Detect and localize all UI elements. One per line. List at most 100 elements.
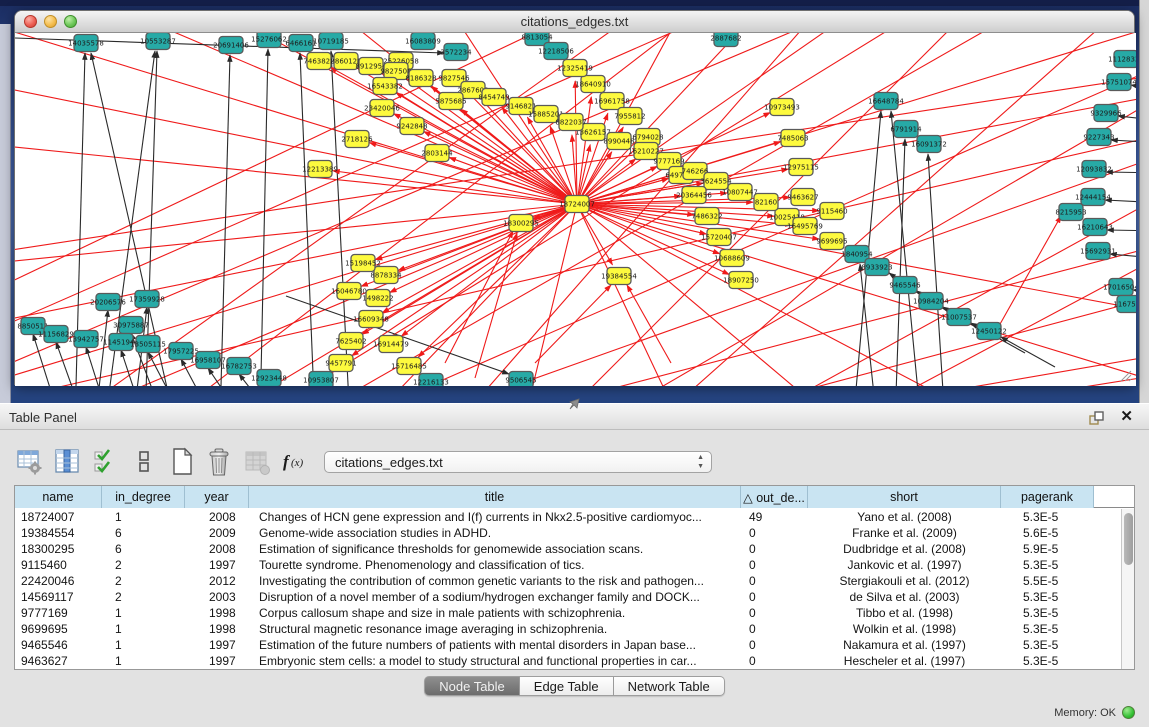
graph-node[interactable]: 18640910 bbox=[575, 76, 611, 93]
table-cell[interactable]: 5.5E-5 bbox=[1001, 573, 1094, 589]
table-cell[interactable]: 5.3E-5 bbox=[1001, 621, 1094, 637]
graph-node[interactable]: 14035578 bbox=[68, 35, 104, 52]
graph-node[interactable]: 11007537 bbox=[941, 309, 977, 326]
table-row[interactable]: 1830029562008Estimation of significance … bbox=[15, 541, 1121, 557]
table-row[interactable]: 946362711997Embryonic stem cells: a mode… bbox=[15, 653, 1121, 669]
graph-edge[interactable] bbox=[815, 354, 1136, 386]
table-cell[interactable]: 1 bbox=[102, 653, 185, 669]
table-cell[interactable]: de Silva et al. (2003) bbox=[808, 589, 1001, 605]
graph-node[interactable]: 12216133 bbox=[413, 374, 449, 387]
function-builder-icon[interactable]: f (x) bbox=[280, 446, 311, 478]
graph-node[interactable]: 10807447 bbox=[722, 184, 758, 201]
graph-node[interactable]: 9465546 bbox=[889, 277, 921, 294]
tab-node-table[interactable]: Node Table bbox=[424, 676, 520, 696]
network-table-select[interactable]: citations_edges.txt ▲▼ bbox=[324, 451, 712, 473]
tab-network-table[interactable]: Network Table bbox=[614, 676, 725, 696]
table-cell[interactable]: Changes of HCN gene expression and I(f) … bbox=[249, 509, 741, 525]
table-cell[interactable]: 9463627 bbox=[15, 653, 102, 669]
table-cell[interactable]: 14569117 bbox=[15, 589, 102, 605]
table-cell[interactable]: 2 bbox=[102, 589, 185, 605]
graph-node[interactable]: 8822037 bbox=[555, 114, 586, 131]
table-cell[interactable]: 5.3E-5 bbox=[1001, 653, 1094, 669]
graph-node[interactable]: 10953807 bbox=[303, 372, 339, 387]
table-row[interactable]: 969969511998Structural magnetic resonanc… bbox=[15, 621, 1121, 637]
table-cell[interactable]: 1 bbox=[102, 621, 185, 637]
column-header-out_de[interactable]: △ out_de... bbox=[741, 486, 808, 508]
close-panel-icon[interactable]: ✕ bbox=[1120, 407, 1133, 425]
graph-node[interactable]: 19384554 bbox=[601, 268, 637, 285]
table-cell[interactable]: 2012 bbox=[185, 573, 249, 589]
graph-edge[interactable] bbox=[915, 374, 1136, 386]
column-header-in_degree[interactable]: in_degree bbox=[102, 486, 185, 508]
graph-node[interactable]: 10973493 bbox=[764, 99, 800, 116]
table-scrollbar[interactable] bbox=[1121, 509, 1134, 669]
tab-edge-table[interactable]: Edge Table bbox=[520, 676, 614, 696]
graph-node[interactable]: 10553287 bbox=[140, 33, 176, 50]
select-rows-icon[interactable] bbox=[90, 446, 121, 478]
graph-node[interactable]: 12450122 bbox=[971, 323, 1007, 340]
graph-node[interactable]: 7625402 bbox=[335, 333, 366, 350]
table-cell[interactable]: 9699695 bbox=[15, 621, 102, 637]
graph-node[interactable]: 9457791 bbox=[325, 355, 356, 372]
table-cell[interactable]: Corpus callosum shape and size in male p… bbox=[249, 605, 741, 621]
window-titlebar[interactable]: citations_edges.txt bbox=[15, 11, 1134, 33]
table-cell[interactable]: 2008 bbox=[185, 541, 249, 557]
graph-node[interactable]: 9115460 bbox=[816, 203, 847, 220]
graph-edge[interactable] bbox=[418, 204, 577, 357]
graph-node[interactable]: 17016504 bbox=[1103, 279, 1136, 296]
table-cell[interactable]: 1 bbox=[102, 509, 185, 525]
graph-node[interactable]: 11128334 bbox=[1108, 51, 1136, 68]
graph-node[interactable]: 9506545 bbox=[505, 372, 536, 387]
graph-node[interactable]: 2803144 bbox=[421, 145, 453, 162]
table-cell[interactable]: 5.3E-5 bbox=[1001, 589, 1094, 605]
graph-node[interactable]: 30975887 bbox=[113, 317, 149, 334]
graph-edge[interactable] bbox=[995, 216, 1061, 333]
graph-node[interactable]: 9463627 bbox=[787, 189, 818, 206]
graph-node[interactable]: 7955812 bbox=[614, 108, 645, 125]
graph-node[interactable]: 3572234 bbox=[440, 44, 472, 61]
graph-node[interactable]: 10688609 bbox=[714, 250, 750, 267]
table-cell[interactable]: 5.3E-5 bbox=[1001, 557, 1094, 573]
graph-node[interactable]: 9227343 bbox=[1083, 129, 1114, 146]
table-cell[interactable]: 5.3E-5 bbox=[1001, 637, 1094, 653]
table-cell[interactable]: Dudbridge et al. (2008) bbox=[808, 541, 1001, 557]
graph-node[interactable]: 16648784 bbox=[868, 93, 904, 110]
graph-node[interactable]: 2718126 bbox=[341, 131, 373, 148]
graph-node[interactable]: 15751074 bbox=[1101, 74, 1136, 91]
column-header-title[interactable]: title bbox=[249, 486, 741, 508]
table-cell[interactable]: Tourette syndrome. Phenomenology and cla… bbox=[249, 557, 741, 573]
table-row[interactable]: 1872400712008Changes of HCN gene express… bbox=[15, 509, 1121, 525]
graph-node[interactable]: 15720407 bbox=[701, 229, 737, 246]
table-cell[interactable]: 2 bbox=[102, 557, 185, 573]
show-columns-icon[interactable] bbox=[52, 446, 83, 478]
graph-node[interactable]: 16609348 bbox=[353, 311, 389, 328]
graph-node[interactable]: 16495769 bbox=[787, 218, 823, 235]
table-cell[interactable]: 0 bbox=[741, 525, 808, 541]
table-cell[interactable]: Franke et al. (2009) bbox=[808, 525, 1001, 541]
table-cell[interactable]: Genome-wide association studies in ADHD. bbox=[249, 525, 741, 541]
graph-node[interactable]: 18724007 bbox=[559, 196, 595, 213]
graph-node[interactable]: 20691406 bbox=[213, 37, 249, 54]
table-cell[interactable]: 5.3E-5 bbox=[1001, 509, 1094, 525]
table-cell[interactable]: 2009 bbox=[185, 525, 249, 541]
table-cell[interactable]: 9777169 bbox=[15, 605, 102, 621]
table-cell[interactable]: 22420046 bbox=[15, 573, 102, 589]
graph-node[interactable]: 9329966 bbox=[1090, 105, 1122, 122]
table-row[interactable]: 946554611997Estimation of the future num… bbox=[15, 637, 1121, 653]
graph-node[interactable]: 16083809 bbox=[405, 33, 441, 50]
table-cell[interactable]: 1 bbox=[102, 605, 185, 621]
graph-node[interactable]: 1498222 bbox=[362, 290, 393, 307]
graph-node[interactable]: 16210643 bbox=[1077, 219, 1113, 236]
table-cell[interactable]: 5.9E-5 bbox=[1001, 541, 1094, 557]
table-row[interactable]: 977716911998Corpus callosum shape and si… bbox=[15, 605, 1121, 621]
graph-node[interactable]: 15198452 bbox=[345, 255, 381, 272]
graph-edge[interactable] bbox=[577, 204, 826, 386]
graph-node[interactable]: 1167533 bbox=[1113, 296, 1136, 313]
table-cell[interactable]: Yano et al. (2008) bbox=[808, 509, 1001, 525]
graph-node[interactable]: 10719185 bbox=[313, 33, 349, 50]
table-cell[interactable]: Embryonic stem cells: a model to study s… bbox=[249, 653, 741, 669]
table-row[interactable]: 1456911722003Disruption of a novel membe… bbox=[15, 589, 1121, 605]
graph-node[interactable]: 12325419 bbox=[557, 60, 593, 77]
table-cell[interactable]: 0 bbox=[741, 653, 808, 669]
graph-node[interactable]: 13942757 bbox=[68, 331, 104, 348]
